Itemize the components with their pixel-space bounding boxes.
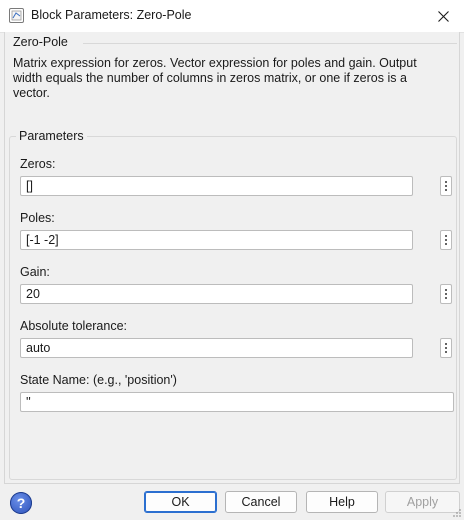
parameters-group-title: Parameters xyxy=(16,129,87,143)
dot-icon xyxy=(445,347,447,349)
window-title: Block Parameters: Zero-Pole xyxy=(31,8,192,22)
resize-grip-icon[interactable] xyxy=(452,508,462,518)
dot-icon xyxy=(445,239,447,241)
dot-icon xyxy=(445,189,447,191)
dot-icon xyxy=(445,289,447,291)
ok-button[interactable]: OK xyxy=(144,491,217,513)
zeros-input[interactable]: [] xyxy=(20,176,413,196)
dot-icon xyxy=(445,235,447,237)
absolute-tolerance-input[interactable]: auto xyxy=(20,338,413,358)
dot-icon xyxy=(445,343,447,345)
help-question-icon[interactable]: ? xyxy=(10,492,32,514)
dot-icon xyxy=(445,243,447,245)
poles-options-button[interactable] xyxy=(440,230,452,250)
close-icon xyxy=(437,10,449,22)
block-group-title: Zero-Pole xyxy=(13,35,68,49)
poles-input[interactable]: [-1 -2] xyxy=(20,230,413,250)
title-bar: Block Parameters: Zero-Pole xyxy=(0,0,464,33)
zeros-label: Zeros: xyxy=(20,157,56,171)
state-name-input[interactable]: '' xyxy=(20,392,454,412)
gain-label: Gain: xyxy=(20,265,50,279)
dot-icon xyxy=(445,297,447,299)
gain-input[interactable]: 20 xyxy=(20,284,413,304)
gain-options-button[interactable] xyxy=(440,284,452,304)
absolute-tolerance-label: Absolute tolerance: xyxy=(20,319,128,333)
close-button[interactable] xyxy=(422,0,464,32)
simulink-app-icon xyxy=(9,8,24,23)
cancel-button[interactable]: Cancel xyxy=(225,491,297,513)
dot-icon xyxy=(445,185,447,187)
dialog-content: Zero-Pole Matrix expression for zeros. V… xyxy=(4,32,460,484)
dot-icon xyxy=(445,351,447,353)
parameters-group: Parameters Zeros: [] Poles: [-1 -2] Gain… xyxy=(9,129,457,480)
state-name-label: State Name: (e.g., 'position') xyxy=(20,373,177,387)
apply-button[interactable]: Apply xyxy=(385,491,460,513)
help-button[interactable]: Help xyxy=(306,491,378,513)
block-description: Matrix expression for zeros. Vector expr… xyxy=(13,56,417,100)
dot-icon xyxy=(445,181,447,183)
dot-icon xyxy=(445,293,447,295)
zeros-options-button[interactable] xyxy=(440,176,452,196)
block-group-divider xyxy=(83,43,457,44)
poles-label: Poles: xyxy=(20,211,55,225)
absolute-tolerance-options-button[interactable] xyxy=(440,338,452,358)
